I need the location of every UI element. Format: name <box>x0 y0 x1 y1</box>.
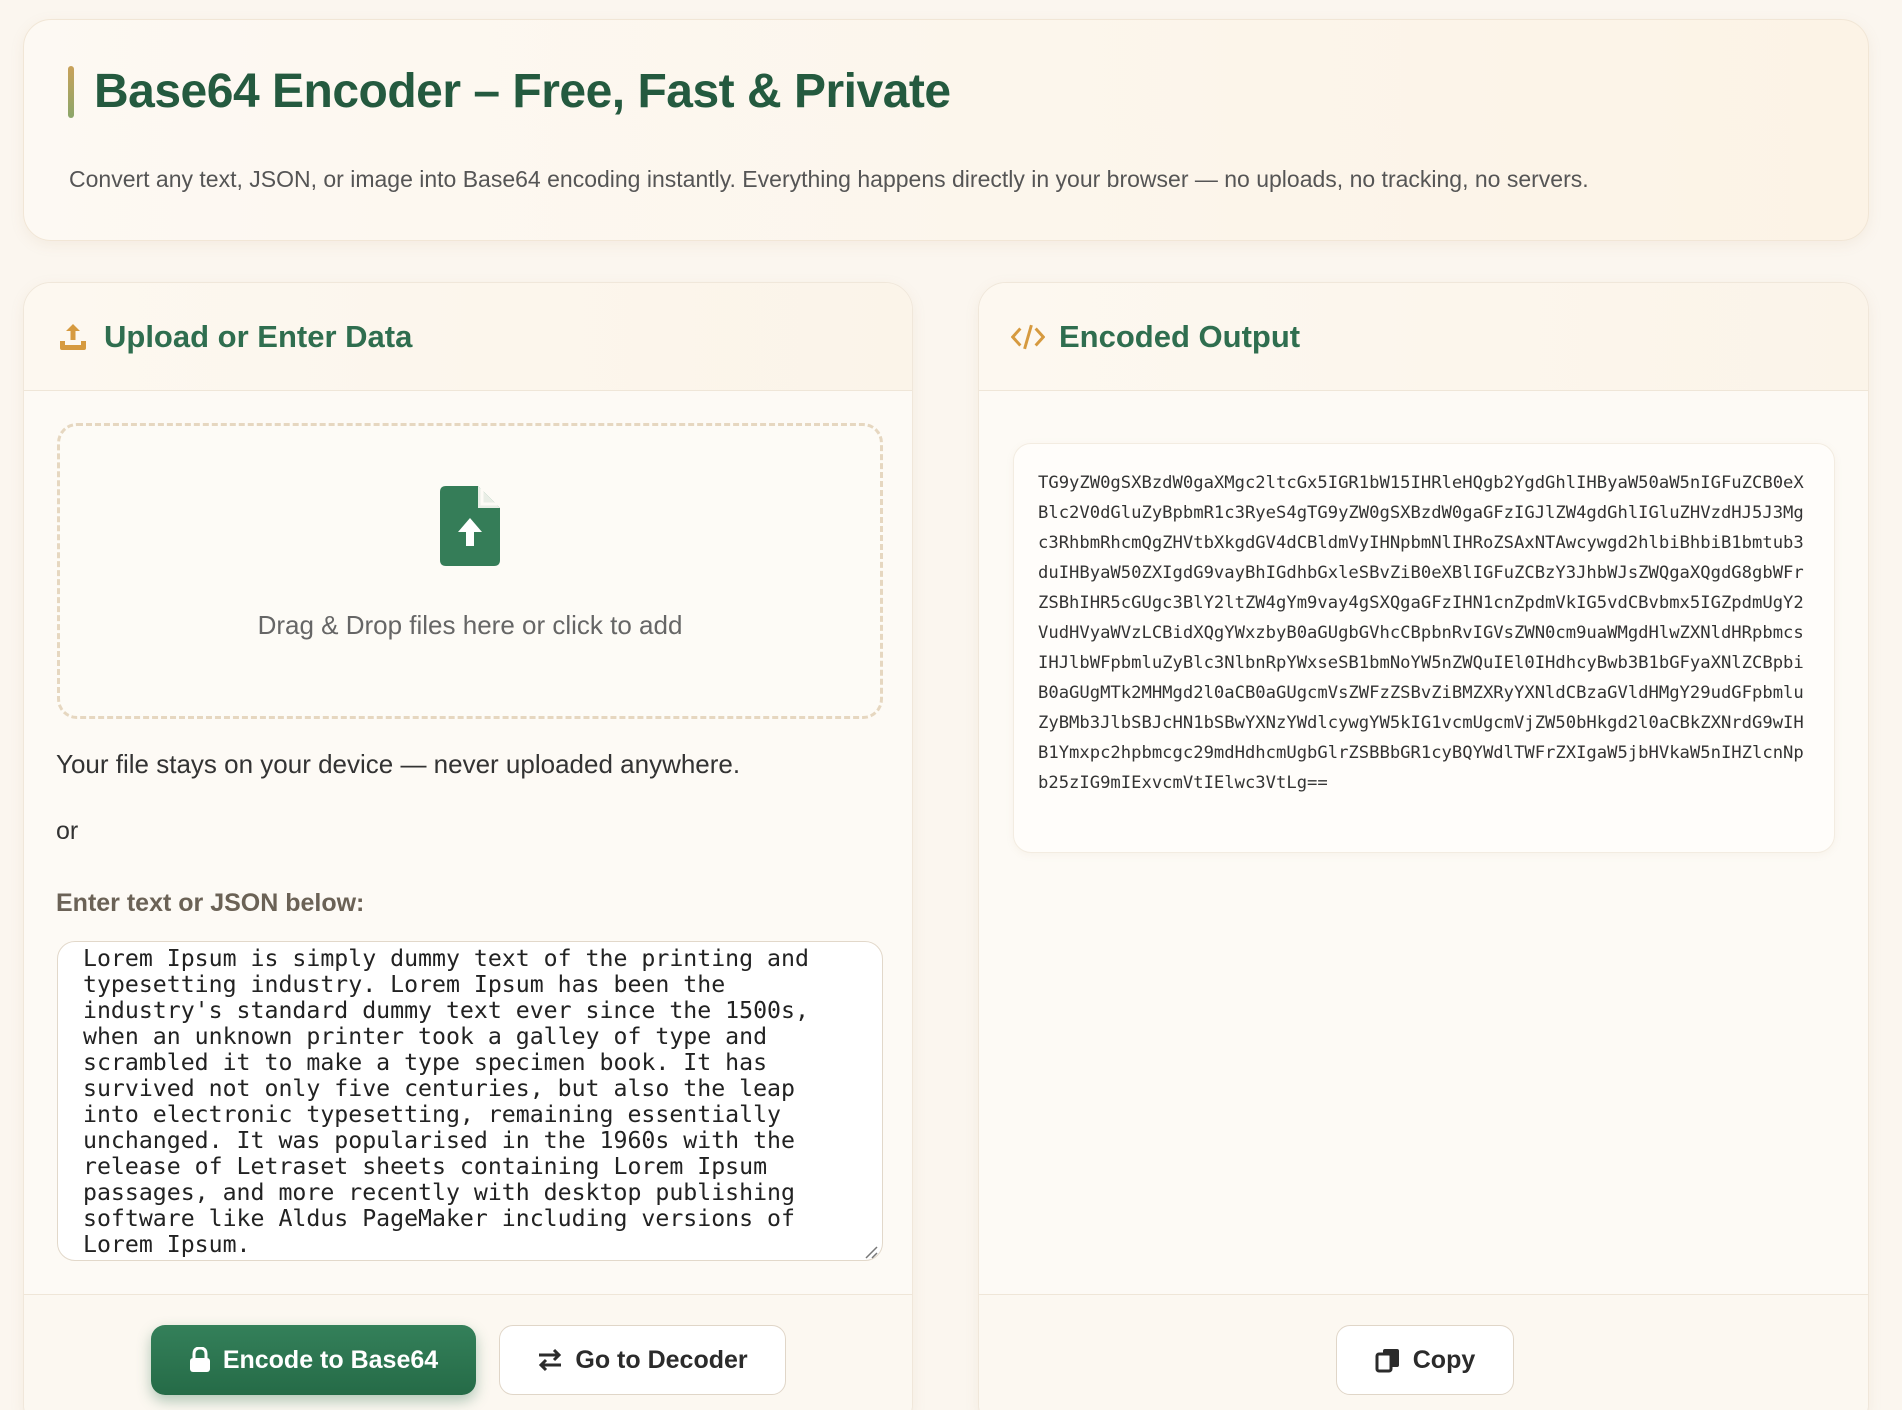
input-panel: Upload or Enter Data Drag & Drop files h… <box>23 282 913 1410</box>
encode-button-label: Encode to Base64 <box>222 1345 439 1374</box>
dropzone-text: Drag & Drop files here or click to add <box>257 610 683 640</box>
page-subtitle: Convert any text, JSON, or image into Ba… <box>69 166 1589 192</box>
output-panel: Encoded Output TG9yZW0gSXBzdW0gaXMgc2ltc… <box>978 282 1869 1410</box>
file-dropzone[interactable]: Drag & Drop files here or click to add <box>57 423 883 719</box>
or-separator: or <box>56 817 79 845</box>
copy-button-label: Copy <box>1412 1345 1476 1374</box>
code-icon <box>1011 320 1045 354</box>
page-title: Base64 Encoder – Free, Fast & Private <box>94 65 951 118</box>
resize-grip-icon[interactable] <box>864 1245 878 1264</box>
input-actions: Encode to Base64 Go to Decoder <box>24 1294 912 1410</box>
go-to-decoder-button[interactable]: Go to Decoder <box>499 1325 786 1395</box>
header-card: Base64 Encoder – Free, Fast & Private Co… <box>23 19 1869 241</box>
file-upload-icon <box>440 486 500 571</box>
lock-icon <box>189 1347 211 1373</box>
decoder-button-label: Go to Decoder <box>575 1345 748 1374</box>
encode-button[interactable]: Encode to Base64 <box>151 1325 476 1395</box>
swap-arrows-icon <box>537 1348 563 1372</box>
title-row: Base64 Encoder – Free, Fast & Private <box>68 64 951 119</box>
output-panel-title: Encoded Output <box>1059 318 1301 354</box>
output-panel-header: Encoded Output <box>979 283 1868 391</box>
page: { "header": { "title": "Base64 Encoder –… <box>0 0 1902 1410</box>
input-panel-header: Upload or Enter Data <box>24 283 912 391</box>
textarea-label: Enter text or JSON below: <box>56 889 365 917</box>
text-input[interactable]: Lorem Ipsum is simply dummy text of the … <box>57 941 883 1261</box>
copy-icon <box>1375 1347 1401 1373</box>
copy-button[interactable]: Copy <box>1336 1325 1514 1395</box>
upload-icon <box>56 320 90 354</box>
title-accent-bar <box>68 65 74 118</box>
output-actions: Copy <box>979 1294 1868 1410</box>
encoded-output[interactable]: TG9yZW0gSXBzdW0gaXMgc2ltcGx5IGR1bW15IHRl… <box>1013 443 1835 853</box>
privacy-note: Your file stays on your device — never u… <box>56 749 741 779</box>
input-panel-title: Upload or Enter Data <box>104 318 413 354</box>
